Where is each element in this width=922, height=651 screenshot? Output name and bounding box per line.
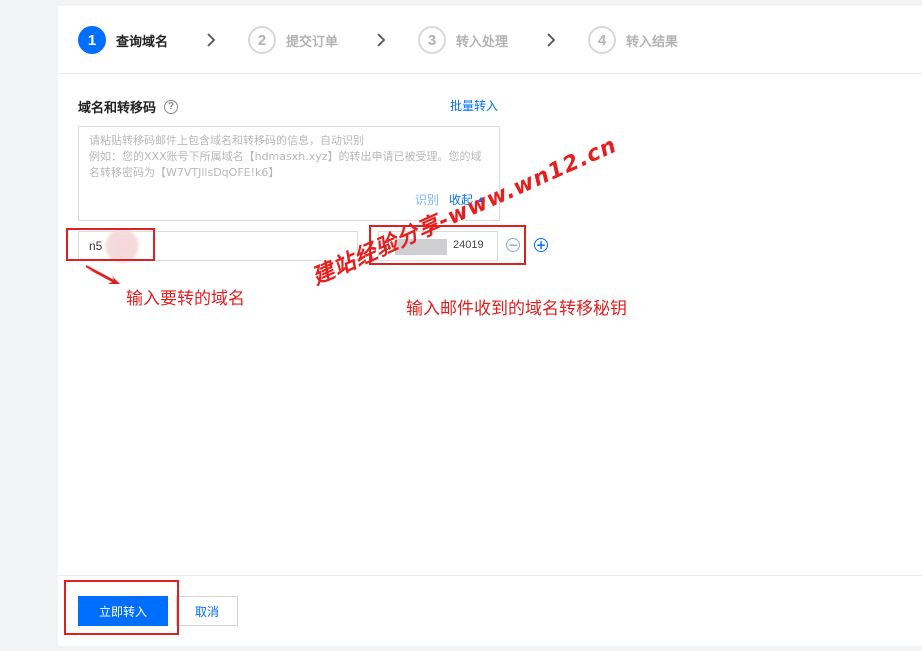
chevron-right-icon	[547, 33, 556, 47]
add-row-icon[interactable]: +	[534, 238, 548, 252]
section-title: 域名和转移码 ?	[78, 97, 179, 116]
step-query-domain: 1 查询域名	[78, 26, 168, 54]
annotation-code-hint: 输入邮件收到的域名转移秘钥	[406, 299, 627, 319]
step-number: 2	[248, 26, 276, 54]
step-label: 提交订单	[286, 34, 339, 50]
annotation-box-domain	[66, 228, 155, 261]
annotation-domain-hint: 输入要转的域名	[126, 289, 245, 309]
transfer-panel: 1 查询域名 2 提交订单 3 转入处理 4 转入结果 域名和转移码 ? 批量转…	[58, 6, 922, 646]
step-label: 转入结果	[626, 34, 679, 50]
step-number: 1	[78, 26, 106, 54]
step-transfer-processing: 3 转入处理	[418, 26, 508, 54]
help-icon[interactable]: ?	[164, 99, 179, 114]
step-number: 4	[588, 26, 616, 54]
step-number: 3	[418, 26, 446, 54]
step-indicator: 1 查询域名 2 提交订单 3 转入处理 4 转入结果	[58, 6, 922, 74]
chevron-right-icon	[377, 33, 386, 47]
batch-transfer-link[interactable]: 批量转入	[450, 97, 498, 114]
step-submit-order: 2 提交订单	[248, 26, 338, 54]
step-label: 查询域名	[116, 34, 169, 50]
textarea-placeholder: 请粘贴转移码邮件上包含域名和转移码的信息，自动识别 例如：您的XXX账号下所属域…	[89, 134, 482, 179]
annotation-box-submit	[64, 580, 179, 635]
section-title-text: 域名和转移码	[78, 101, 157, 116]
annotation-arrow-icon	[85, 265, 120, 284]
cancel-button[interactable]: 取消	[176, 596, 238, 626]
footer-actions: 立即转入 取消	[58, 575, 922, 646]
step-transfer-result: 4 转入结果	[588, 26, 678, 54]
step-label: 转入处理	[456, 34, 509, 50]
chevron-right-icon	[207, 33, 216, 47]
